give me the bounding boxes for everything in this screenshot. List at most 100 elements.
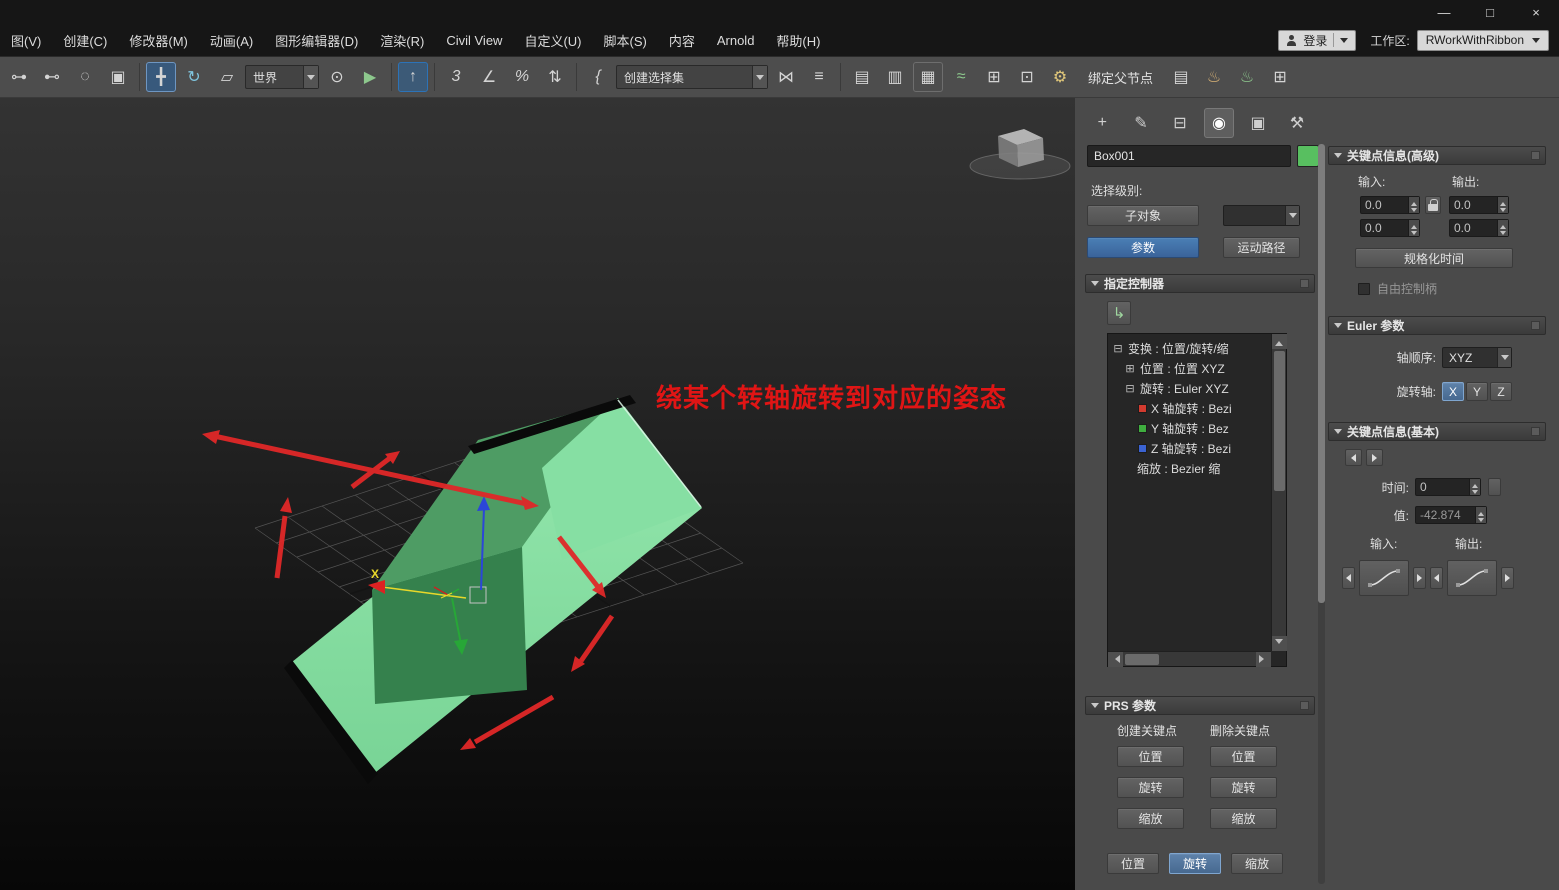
login-button[interactable]: 登录: [1278, 29, 1357, 51]
curve-editor-icon[interactable]: ≈: [946, 62, 976, 92]
place-tool-icon[interactable]: ♨: [1199, 62, 1229, 92]
assign-controller-button[interactable]: ↳: [1107, 301, 1131, 325]
assign-controller-rollout-header[interactable]: 指定控制器: [1085, 274, 1315, 293]
normalize-time-button[interactable]: 规格化时间: [1355, 248, 1513, 268]
free-handle-checkbox[interactable]: 自由控制柄: [1328, 280, 1546, 297]
tab-motion[interactable]: ◉: [1204, 108, 1234, 138]
spinner-arrows-icon[interactable]: [1408, 220, 1419, 236]
render-teapot-icon[interactable]: ♨: [1232, 62, 1262, 92]
named-selection-sets-icon[interactable]: {: [583, 62, 613, 92]
tree-item-scale[interactable]: 缩放 : Bezier 缩: [1109, 458, 1270, 478]
scroll-left-icon[interactable]: [1108, 651, 1123, 667]
menu-scripting[interactable]: 脚本(S): [592, 24, 657, 56]
time-spinner[interactable]: 0: [1415, 478, 1481, 496]
out-tangent-type-button[interactable]: [1447, 560, 1497, 596]
close-button[interactable]: ×: [1513, 0, 1559, 24]
in-tangent-length-spinner[interactable]: 0.0: [1360, 196, 1420, 214]
command-panel-scrollbar[interactable]: [1318, 144, 1325, 884]
select-and-manipulate-icon[interactable]: ▶: [355, 62, 385, 92]
expand-icon[interactable]: ⊞: [1124, 362, 1136, 375]
snaps-toggle-icon[interactable]: 3: [441, 62, 471, 92]
select-and-link-icon[interactable]: ⊶: [4, 62, 34, 92]
sub-object-level-select[interactable]: [1223, 205, 1300, 226]
clipboard-icon[interactable]: ▤: [1166, 62, 1196, 92]
mirror-icon[interactable]: ⋈: [771, 62, 801, 92]
select-and-scale-icon[interactable]: ▱: [212, 62, 242, 92]
position-mode-button[interactable]: 位置: [1107, 853, 1159, 874]
menu-graph-editors[interactable]: 图形编辑器(D): [264, 24, 369, 56]
spinner-arrows-icon[interactable]: [1475, 507, 1486, 523]
tab-modify[interactable]: ✎: [1126, 108, 1156, 138]
next-key-button[interactable]: [1366, 449, 1383, 466]
menu-modifiers[interactable]: 修改器(M): [118, 24, 199, 56]
tree-item-transform[interactable]: ⊟ 变换 : 位置/旋转/缩: [1109, 338, 1270, 358]
menu-civil-view[interactable]: Civil View: [435, 24, 513, 56]
select-and-rotate-icon[interactable]: ↻: [179, 62, 209, 92]
controller-tree[interactable]: ⊟ 变换 : 位置/旋转/缩 ⊞ 位置 : 位置 XYZ ⊟ 旋转 : Eule…: [1107, 333, 1287, 667]
create-rotation-key-button[interactable]: 旋转: [1117, 777, 1184, 798]
minimize-button[interactable]: —: [1421, 0, 1467, 24]
time-lock-button[interactable]: [1488, 478, 1501, 496]
menu-view[interactable]: 图(V): [0, 24, 52, 56]
align-icon[interactable]: ≡: [804, 62, 834, 92]
rotation-mode-button[interactable]: 旋转: [1169, 853, 1221, 874]
menu-create[interactable]: 创建(C): [52, 24, 118, 56]
unlink-selection-icon[interactable]: ⊷: [37, 62, 67, 92]
rotation-axis-x-button[interactable]: X: [1442, 382, 1464, 401]
maximize-button[interactable]: □: [1467, 0, 1513, 24]
scroll-right-icon[interactable]: [1256, 651, 1271, 667]
spinner-arrows-icon[interactable]: [1408, 197, 1419, 213]
percent-snap-icon[interactable]: %: [507, 62, 537, 92]
create-scale-key-button[interactable]: 缩放: [1117, 808, 1184, 829]
tab-create[interactable]: +: [1087, 108, 1117, 138]
collapse-icon[interactable]: ⊟: [1124, 382, 1136, 395]
menu-arnold[interactable]: Arnold: [706, 24, 766, 56]
tab-display[interactable]: ▣: [1243, 108, 1273, 138]
menu-animation[interactable]: 动画(A): [199, 24, 264, 56]
rotation-axis-z-button[interactable]: Z: [1490, 382, 1512, 401]
menu-help[interactable]: 帮助(H): [765, 24, 831, 56]
object-name-field[interactable]: Box001: [1087, 145, 1291, 167]
prs-rollout-header[interactable]: PRS 参数: [1085, 696, 1315, 715]
spinner-snap-icon[interactable]: ⇅: [540, 62, 570, 92]
copy-in-to-out-button[interactable]: [1413, 567, 1426, 589]
keyboard-shortcut-override-icon[interactable]: ↑: [398, 62, 428, 92]
lock-tangents-button[interactable]: [1425, 196, 1441, 214]
viewcube[interactable]: [969, 129, 1071, 180]
key-info-advanced-header[interactable]: 关键点信息(高级): [1328, 146, 1546, 165]
tree-item-position[interactable]: ⊞ 位置 : 位置 XYZ: [1109, 358, 1270, 378]
spinner-arrows-icon[interactable]: [1497, 220, 1508, 236]
tree-item-y-rotation[interactable]: Y 轴旋转 : Bez: [1109, 418, 1270, 438]
motion-paths-button[interactable]: 运动路径: [1223, 237, 1300, 258]
tab-utilities[interactable]: ⚒: [1282, 108, 1312, 138]
menu-rendering[interactable]: 渲染(R): [369, 24, 435, 56]
scrollbar-thumb[interactable]: [1318, 144, 1325, 603]
use-pivot-center-icon[interactable]: ⊙: [322, 62, 352, 92]
scrollbar-thumb[interactable]: [1125, 653, 1159, 665]
tree-item-rotation[interactable]: ⊟ 旋转 : Euler XYZ: [1109, 378, 1270, 398]
quad-grid-icon[interactable]: ⊞: [1265, 62, 1295, 92]
scroll-up-icon[interactable]: [1271, 334, 1287, 349]
dope-sheet-icon[interactable]: ⊞: [979, 62, 1009, 92]
euler-rollout-header[interactable]: Euler 参数: [1328, 316, 1546, 335]
scene-explorer-icon[interactable]: ▤: [847, 62, 877, 92]
scale-mode-button[interactable]: 缩放: [1231, 853, 1283, 874]
create-position-key-button[interactable]: 位置: [1117, 746, 1184, 767]
collapse-icon[interactable]: ⊟: [1112, 342, 1124, 355]
selection-region-icon[interactable]: ◌: [70, 62, 100, 92]
previous-key-button[interactable]: [1345, 449, 1362, 466]
tree-horizontal-scrollbar[interactable]: [1108, 651, 1271, 667]
viewport[interactable]: X 绕某个转轴旋转到对应的姿态: [0, 98, 1075, 890]
tab-hierarchy[interactable]: ⊟: [1165, 108, 1195, 138]
ribbon-toggle-icon[interactable]: ▦: [913, 62, 943, 92]
angle-snap-icon[interactable]: ∠: [474, 62, 504, 92]
scrollbar-thumb[interactable]: [1273, 351, 1285, 491]
copy-out-to-in-button[interactable]: [1430, 567, 1443, 589]
out-value-spinner[interactable]: 0.0: [1449, 219, 1509, 237]
out-tangent-flyout-right-button[interactable]: [1501, 567, 1514, 589]
out-tangent-length-spinner[interactable]: 0.0: [1449, 196, 1509, 214]
scroll-down-icon[interactable]: [1271, 636, 1287, 651]
key-info-basic-header[interactable]: 关键点信息(基本): [1328, 422, 1546, 441]
axis-order-select[interactable]: XYZ: [1442, 347, 1512, 368]
menu-customize[interactable]: 自定义(U): [513, 24, 592, 56]
